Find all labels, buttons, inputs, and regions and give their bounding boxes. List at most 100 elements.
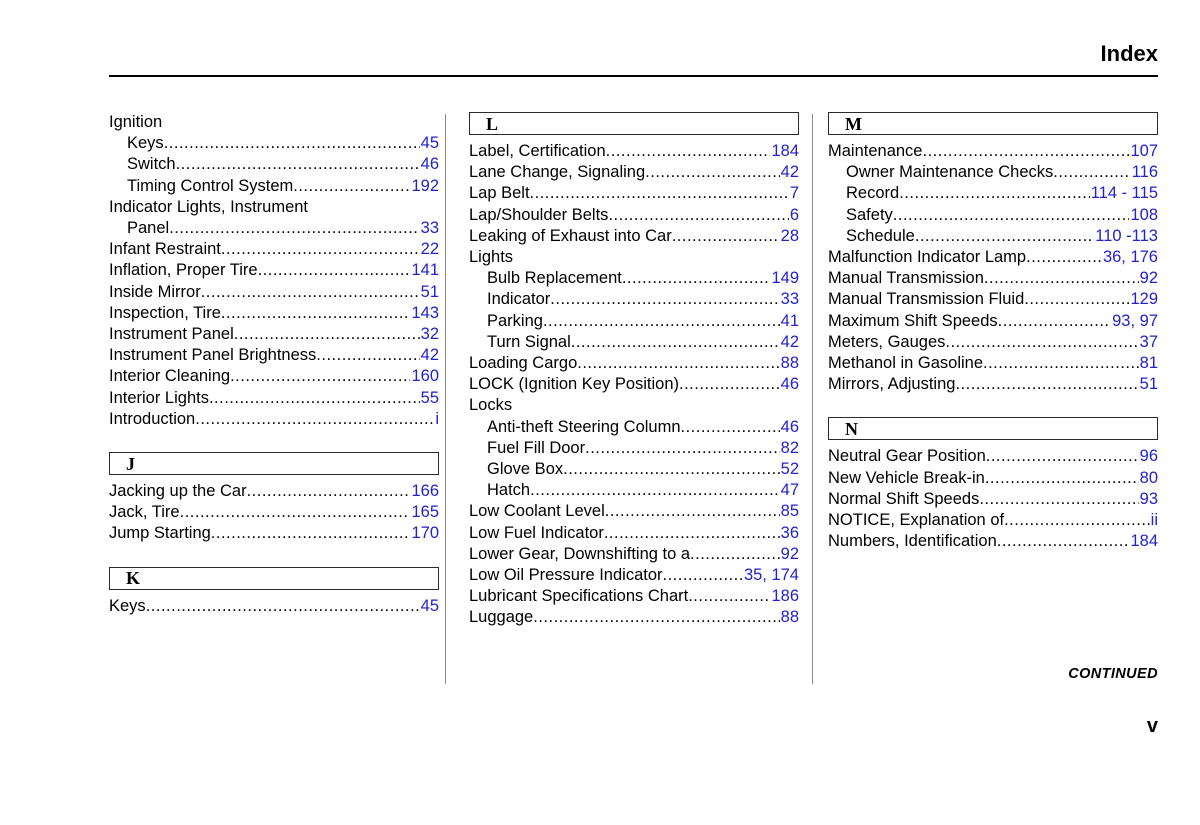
- index-entry[interactable]: Malfunction Indicator Lamp..............…: [828, 247, 1158, 268]
- index-entry[interactable]: Interior Cleaning.......................…: [109, 366, 439, 387]
- index-entry[interactable]: Inflation, Proper Tire .................…: [109, 260, 439, 281]
- index-entry-page-number[interactable]: 82: [780, 438, 799, 459]
- index-entry-page-number[interactable]: 116: [1131, 162, 1158, 183]
- index-entry-page-number[interactable]: 51: [1139, 374, 1158, 395]
- index-entry[interactable]: Schedule................................…: [828, 226, 1158, 247]
- index-entry[interactable]: Switch..................................…: [109, 154, 439, 175]
- index-entry[interactable]: Meters, Gauges..........................…: [828, 332, 1158, 353]
- index-entry-page-number[interactable]: 81: [1139, 353, 1158, 374]
- index-entry[interactable]: NOTICE, Explanation of..................…: [828, 510, 1158, 531]
- index-entry-page-number[interactable]: 37: [1139, 332, 1158, 353]
- index-entry-page-number[interactable]: 93, 97: [1111, 311, 1158, 332]
- index-entry-page-number[interactable]: 85: [780, 501, 799, 522]
- index-entry[interactable]: Instrument Panel........................…: [109, 324, 439, 345]
- index-entry[interactable]: Lap/Shoulder Belts......................…: [469, 205, 799, 226]
- index-entry[interactable]: Owner Maintenance Checks................…: [828, 162, 1158, 183]
- index-entry-page-number[interactable]: 80: [1139, 468, 1158, 489]
- index-entry-page-number[interactable]: ii: [1150, 510, 1158, 531]
- index-entry-page-number[interactable]: 33: [420, 218, 439, 239]
- index-entry[interactable]: Infant Restraint........................…: [109, 239, 439, 260]
- index-entry[interactable]: Jacking up the Car......................…: [109, 481, 439, 502]
- index-entry-page-number[interactable]: 55: [420, 388, 439, 409]
- index-entry-page-number[interactable]: 46: [780, 417, 799, 438]
- index-entry[interactable]: Interior Lights.........................…: [109, 388, 439, 409]
- index-entry-page-number[interactable]: 186: [770, 586, 799, 607]
- index-entry-page-number[interactable]: 36, 176: [1102, 247, 1158, 268]
- index-entry[interactable]: Ignition: [109, 112, 439, 133]
- index-entry[interactable]: Leaking of Exhaust into Car.............…: [469, 226, 799, 247]
- index-entry[interactable]: Luggage.................................…: [469, 607, 799, 628]
- index-entry[interactable]: Bulb Replacement........................…: [469, 268, 799, 289]
- index-entry-page-number[interactable]: 184: [1129, 531, 1158, 552]
- index-entry-page-number[interactable]: 96: [1139, 446, 1158, 467]
- index-entry[interactable]: Timing Control System...................…: [109, 176, 439, 197]
- index-entry-page-number[interactable]: 46: [420, 154, 439, 175]
- index-entry-page-number[interactable]: 35, 174: [743, 565, 799, 586]
- index-entry-page-number[interactable]: 32: [420, 324, 439, 345]
- index-entry-page-number[interactable]: 42: [780, 162, 799, 183]
- index-entry-page-number[interactable]: 184: [770, 141, 799, 162]
- index-entry[interactable]: Mirrors, Adjusting......................…: [828, 374, 1158, 395]
- index-entry-page-number[interactable]: 88: [780, 353, 799, 374]
- index-entry-page-number[interactable]: 7: [789, 183, 799, 204]
- index-entry[interactable]: Locks: [469, 395, 799, 416]
- index-entry[interactable]: Neutral Gear Position...................…: [828, 446, 1158, 467]
- index-entry[interactable]: Fuel Fill Door..........................…: [469, 438, 799, 459]
- index-entry[interactable]: Lap Belt................................…: [469, 183, 799, 204]
- index-entry-page-number[interactable]: 22: [420, 239, 439, 260]
- index-entry[interactable]: Introduction............................…: [109, 409, 439, 430]
- index-entry[interactable]: Keys....................................…: [109, 596, 439, 617]
- index-entry-page-number[interactable]: 165: [410, 502, 439, 523]
- index-entry-page-number[interactable]: 108: [1129, 205, 1158, 226]
- index-entry[interactable]: Lubricant Specifications Chart..........…: [469, 586, 799, 607]
- index-entry[interactable]: Hatch...................................…: [469, 480, 799, 501]
- index-entry-page-number[interactable]: i: [434, 409, 439, 430]
- index-entry[interactable]: Record..................................…: [828, 183, 1158, 204]
- index-entry-page-number[interactable]: 114 - 115: [1090, 183, 1158, 204]
- index-entry[interactable]: Label, Certification....................…: [469, 141, 799, 162]
- index-entry-page-number[interactable]: 51: [420, 282, 439, 303]
- index-entry-page-number[interactable]: 47: [780, 480, 799, 501]
- index-entry-page-number[interactable]: 28: [780, 226, 799, 247]
- index-entry[interactable]: Lane Change, Signaling..................…: [469, 162, 799, 183]
- index-entry[interactable]: Low Fuel Indicator......................…: [469, 523, 799, 544]
- index-entry-page-number[interactable]: 170: [410, 523, 439, 544]
- index-entry[interactable]: Safety..................................…: [828, 205, 1158, 226]
- index-entry[interactable]: New Vehicle Break-in ...................…: [828, 468, 1158, 489]
- index-entry[interactable]: Keys....................................…: [109, 133, 439, 154]
- index-entry-page-number[interactable]: 88: [780, 607, 799, 628]
- index-entry-page-number[interactable]: 92: [780, 544, 799, 565]
- index-entry-page-number[interactable]: 45: [420, 596, 439, 617]
- index-entry[interactable]: Indicator...............................…: [469, 289, 799, 310]
- index-entry-page-number[interactable]: 166: [410, 481, 439, 502]
- index-entry[interactable]: Jack, Tire..............................…: [109, 502, 439, 523]
- index-entry-page-number[interactable]: 149: [770, 268, 799, 289]
- index-entry-page-number[interactable]: 93: [1139, 489, 1158, 510]
- index-entry[interactable]: Parking.................................…: [469, 311, 799, 332]
- index-entry-page-number[interactable]: 45: [420, 133, 439, 154]
- index-entry[interactable]: Turn Signal.............................…: [469, 332, 799, 353]
- index-entry-page-number[interactable]: 6: [789, 205, 799, 226]
- index-entry[interactable]: Panel...................................…: [109, 218, 439, 239]
- index-entry[interactable]: Anti-theft Steering Column..............…: [469, 417, 799, 438]
- index-entry-page-number[interactable]: 52: [780, 459, 799, 480]
- index-entry-page-number[interactable]: 41: [780, 311, 799, 332]
- index-entry[interactable]: Lower Gear, Downshifting to a...........…: [469, 544, 799, 565]
- index-entry-page-number[interactable]: 42: [780, 332, 799, 353]
- index-entry-page-number[interactable]: 160: [410, 366, 439, 387]
- index-entry-page-number[interactable]: 129: [1129, 289, 1158, 310]
- index-entry-page-number[interactable]: 110 -113: [1094, 226, 1158, 247]
- index-entry[interactable]: Loading Cargo...........................…: [469, 353, 799, 374]
- index-entry[interactable]: Lights: [469, 247, 799, 268]
- index-entry-page-number[interactable]: 92: [1139, 268, 1158, 289]
- index-entry-page-number[interactable]: 192: [410, 176, 439, 197]
- index-entry[interactable]: Glove Box...............................…: [469, 459, 799, 480]
- index-entry-page-number[interactable]: 36: [780, 523, 799, 544]
- index-entry[interactable]: Jump Starting...........................…: [109, 523, 439, 544]
- index-entry-page-number[interactable]: 46: [780, 374, 799, 395]
- index-entry[interactable]: Low Oil Pressure Indicator..............…: [469, 565, 799, 586]
- index-entry-page-number[interactable]: 33: [780, 289, 799, 310]
- index-entry[interactable]: Manual Transmission.....................…: [828, 268, 1158, 289]
- index-entry[interactable]: Instrument Panel Brightness.............…: [109, 345, 439, 366]
- index-entry[interactable]: Inspection, Tire........................…: [109, 303, 439, 324]
